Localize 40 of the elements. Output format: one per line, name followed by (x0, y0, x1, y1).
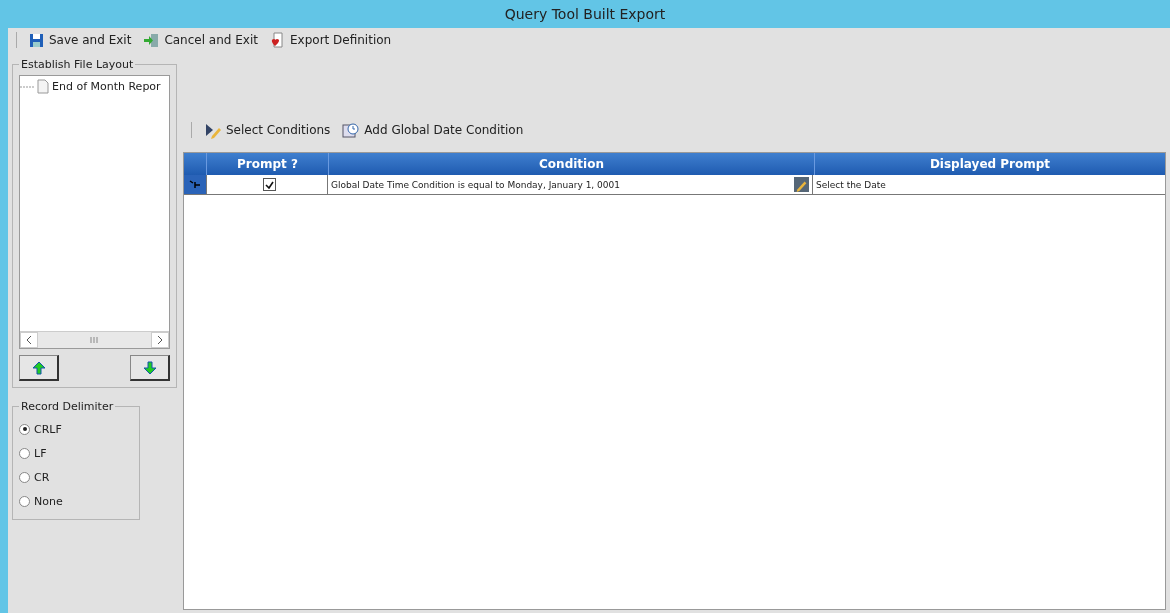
save-icon (29, 32, 44, 48)
exit-door-icon (143, 32, 160, 48)
radio-button[interactable] (19, 423, 30, 435)
radio-button[interactable] (19, 447, 30, 459)
radio-option[interactable]: CR (19, 465, 133, 489)
toolbar-button[interactable]: Save and Exit (27, 32, 134, 48)
calendar-icon (342, 121, 360, 139)
grip-icon (90, 337, 99, 343)
move-up-button[interactable] (19, 355, 59, 381)
toolbar-button[interactable]: Add Global Date Condition (340, 121, 526, 139)
toolbar-button[interactable]: Cancel and Exit (141, 32, 260, 48)
horizontal-scrollbar[interactable] (20, 331, 169, 348)
pencil-icon[interactable] (794, 177, 809, 192)
pencil-icon (204, 121, 221, 139)
column-header[interactable]: Displayed Prompt (814, 153, 1165, 175)
table-cell: Select the Date (812, 175, 1165, 194)
checkbox[interactable] (263, 178, 276, 191)
column-header[interactable]: Condition (328, 153, 814, 175)
column-header[interactable]: Prompt ? (206, 153, 328, 175)
window-title: Query Tool Built Export (503, 5, 667, 24)
radio-option[interactable]: None (19, 489, 133, 513)
radio-button[interactable] (19, 471, 30, 483)
group-title: Record Delimiter (20, 400, 115, 413)
arrow-up-icon (31, 360, 46, 375)
new-row-marker-icon (189, 179, 201, 190)
condition-text: Global Date Time Condition is equal to Monday, January 1, 0001 (331, 179, 621, 190)
radio-option[interactable]: CRLF (19, 417, 133, 441)
radio-button[interactable] (19, 495, 30, 507)
group-title: Establish File Layout (20, 58, 135, 71)
chevron-left-icon (26, 336, 32, 344)
toolbar-button[interactable]: Select Conditions (202, 121, 333, 139)
move-down-button[interactable] (130, 355, 170, 381)
tree-item[interactable]: End of Month Repor (20, 79, 169, 94)
chevron-right-icon (157, 336, 163, 344)
radio-option[interactable]: LF (19, 441, 133, 465)
document-icon (37, 79, 49, 94)
check-icon (265, 180, 274, 189)
row-header[interactable] (184, 175, 206, 194)
arrow-down-icon (142, 360, 157, 375)
toolbar-button[interactable]: Export Definition (268, 32, 394, 48)
